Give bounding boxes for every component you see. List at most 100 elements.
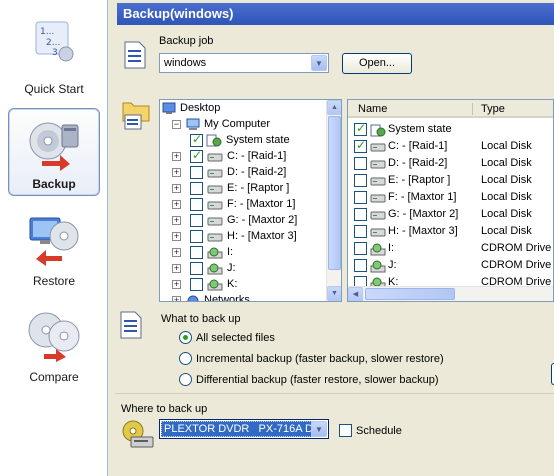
list-checkbox[interactable] (354, 259, 367, 272)
file-list[interactable]: Name Type System state C: - [Raid-1] Local… (347, 99, 554, 302)
expand-icon[interactable]: + (172, 296, 181, 301)
backup-mode-label[interactable]: Incremental backup (faster backup, slowe… (196, 353, 444, 365)
backup-mode-label[interactable]: Differential backup (faster restore, slo… (196, 374, 439, 386)
backup-icon (29, 122, 79, 171)
expand-icon[interactable]: + (172, 152, 181, 161)
list-item[interactable]: F: - [Maxtor 1] Local Disk (354, 190, 553, 206)
list-checkbox[interactable] (354, 242, 367, 255)
hard-drive-icon (207, 169, 223, 178)
list-checkbox[interactable] (354, 225, 367, 238)
hard-drive-icon (207, 201, 223, 210)
column-type[interactable]: Type (481, 103, 505, 115)
tree-label: J: (227, 262, 236, 274)
folder-tree-icon (122, 102, 150, 130)
list-item-type: Local Disk (481, 157, 532, 169)
schedule-checkbox[interactable] (339, 424, 352, 437)
list-item-type: Local Disk (481, 191, 532, 203)
dvd-drive-icon (122, 420, 154, 448)
list-checkbox[interactable] (354, 208, 367, 221)
list-checkbox[interactable] (354, 138, 367, 153)
tree-checkbox[interactable] (190, 214, 203, 227)
tree-label: K: (227, 278, 238, 290)
hard-drive-icon (370, 143, 386, 152)
backup-mode-radio[interactable] (179, 373, 192, 386)
list-item-type: CDROM Drive (481, 242, 552, 254)
list-item[interactable]: I: CDROM Drive (354, 241, 553, 257)
tree-checkbox[interactable] (190, 132, 203, 147)
scroll-down-icon[interactable]: ▼ (327, 286, 341, 301)
expand-icon[interactable]: + (172, 264, 181, 273)
expand-icon[interactable]: + (172, 184, 181, 193)
tree-label: Networks (204, 294, 250, 302)
chevron-down-icon[interactable]: ▼ (311, 421, 327, 437)
list-checkbox[interactable] (354, 121, 367, 136)
expand-icon[interactable]: + (172, 232, 181, 241)
expand-icon[interactable]: + (172, 168, 181, 177)
list-item[interactable]: E: - [Raptor ] Local Disk (354, 173, 553, 189)
expand-icon[interactable]: + (172, 280, 181, 289)
nav-quick-start[interactable]: 1... 2... 3... Quick Start (8, 12, 100, 100)
list-item[interactable]: J: CDROM Drive (354, 258, 553, 274)
source-tree[interactable]: Desktop − My Computer System state + C: -… (159, 99, 342, 302)
backup-job-select[interactable]: windows ▼ (159, 53, 329, 73)
tree-label: H: - [Maxtor 3] (227, 230, 297, 242)
tree-label: D: - [Raid-2] (227, 166, 287, 178)
list-item-name: E: - [Raptor ] (388, 174, 451, 186)
expand-icon[interactable]: + (172, 216, 181, 225)
tree-checkbox[interactable] (190, 182, 203, 195)
list-item[interactable]: System state (354, 121, 553, 138)
document-icon (124, 41, 146, 69)
tree-checkbox[interactable] (190, 166, 203, 179)
hard-drive-icon (207, 217, 223, 226)
page-title: Backup(windows) (117, 3, 554, 25)
list-item-name: G: - [Maxtor 2] (388, 208, 459, 220)
network-icon (187, 295, 199, 301)
nav-compare[interactable]: Compare (8, 300, 100, 388)
list-item[interactable]: C: - [Raid-1] Local Disk (354, 138, 553, 155)
nav-restore[interactable]: Restore (8, 204, 100, 292)
destination-select[interactable]: PLEXTOR DVDR PX-716A D ▼ (159, 419, 329, 439)
expand-icon[interactable]: + (172, 248, 181, 257)
tree-scrollbar[interactable]: ▲ ▼ (326, 100, 341, 301)
tree-label: Desktop (180, 102, 221, 114)
scroll-left-icon[interactable]: ◀ (348, 287, 363, 301)
backup-job-label: Backup job (159, 35, 214, 47)
column-name[interactable]: Name (358, 103, 387, 115)
collapse-icon[interactable]: − (172, 120, 181, 129)
tree-checkbox[interactable] (190, 198, 203, 211)
list-checkbox[interactable] (354, 174, 367, 187)
hard-drive-icon (370, 177, 386, 186)
list-checkbox[interactable] (354, 157, 367, 170)
tree-checkbox[interactable] (190, 262, 203, 275)
list-hscrollbar[interactable]: ◀ (348, 286, 553, 301)
list-item[interactable]: G: - [Maxtor 2] Local Disk (354, 207, 553, 223)
tree-checkbox[interactable] (190, 278, 203, 291)
list-item-name: I: (388, 242, 395, 254)
tree-checkbox[interactable] (190, 148, 203, 163)
expand-icon[interactable]: + (172, 200, 181, 209)
list-item[interactable]: H: - [Maxtor 3] Local Disk (354, 224, 553, 240)
hard-drive-icon (370, 194, 386, 203)
list-item[interactable]: D: - [Raid-2] Local Disk (354, 156, 553, 172)
tree-checkbox[interactable] (190, 230, 203, 243)
backup-mode-radio[interactable] (179, 352, 192, 365)
restore-icon (29, 217, 79, 266)
chevron-down-icon[interactable]: ▼ (311, 55, 327, 71)
tree-checkbox[interactable] (190, 246, 203, 259)
list-item-type: CDROM Drive (481, 259, 552, 271)
system-state-icon (370, 124, 386, 137)
backup-mode-label[interactable]: All selected files (196, 332, 275, 344)
tree-label: I: (227, 246, 234, 258)
what-to-backup-icon (120, 311, 142, 339)
tree-label: System state (226, 134, 290, 146)
backup-mode-radio[interactable] (179, 331, 192, 344)
list-checkbox[interactable] (354, 191, 367, 204)
open-button[interactable]: Open... (342, 53, 412, 74)
nav-backup[interactable]: Backup (8, 108, 100, 196)
scroll-up-icon[interactable]: ▲ (327, 100, 341, 115)
list-item-name: C: - [Raid-1] (388, 140, 448, 152)
scroll-thumb[interactable] (328, 116, 341, 270)
svg-text:2...: 2... (46, 38, 60, 48)
scroll-thumb[interactable] (365, 288, 455, 300)
list-item-name: D: - [Raid-2] (388, 157, 448, 169)
